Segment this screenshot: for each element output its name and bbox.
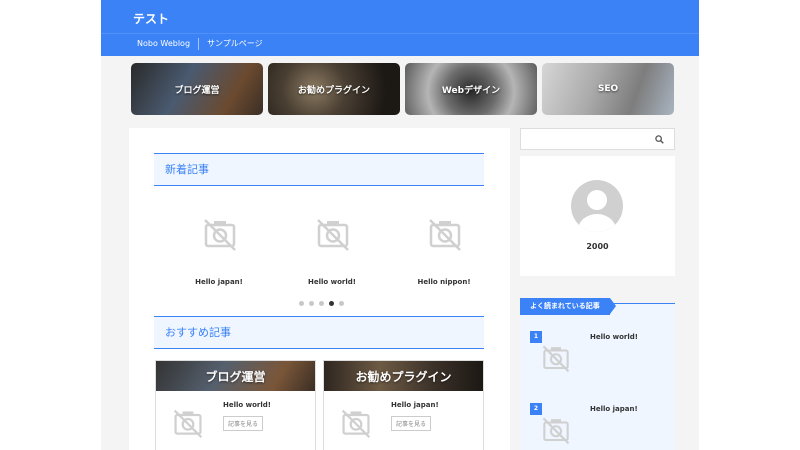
slider-dot[interactable] <box>309 301 314 306</box>
slider-pagination <box>299 301 344 306</box>
rank-badge: 2 <box>530 403 542 415</box>
category-card-plugins[interactable]: お勧めプラグイン <box>268 63 400 115</box>
slide-title[interactable]: Hello nippon! <box>389 278 488 286</box>
search-icon[interactable] <box>655 135 664 144</box>
category-label: ブログ運営 <box>174 85 220 96</box>
no-image-icon <box>173 409 203 439</box>
slide-item[interactable]: Hello japan! <box>164 198 274 290</box>
rank-badge: 1 <box>530 331 542 343</box>
user-icon <box>578 190 616 232</box>
popular-post-item[interactable]: 2 Hello japan! <box>530 403 670 450</box>
no-image-icon <box>542 417 570 445</box>
search-input[interactable] <box>521 129 651 149</box>
slider-dot[interactable] <box>329 301 334 306</box>
slide-item[interactable]: Hello world! <box>277 198 387 290</box>
popular-post-title[interactable]: Hello japan! <box>590 405 638 413</box>
no-image-icon <box>542 345 570 373</box>
no-image-icon <box>429 219 461 251</box>
no-image-icon <box>317 219 349 251</box>
category-cards: ブログ運営 お勧めプラグイン Webデザイン SEO <box>131 63 674 115</box>
profile-widget: 2000 <box>520 156 675 276</box>
popular-posts-heading: よく読まれている記事 <box>520 298 616 315</box>
main-content: 新着記事 Hello japan! Hello world! Hello nip… <box>129 128 510 450</box>
profile-name: 2000 <box>586 242 609 251</box>
site-title[interactable]: テスト <box>133 10 169 27</box>
popular-post-item[interactable]: 1 Hello world! <box>530 331 670 391</box>
category-label: SEO <box>597 84 619 94</box>
recommended-post-title[interactable]: Hello world! <box>223 401 271 409</box>
page-frame: テスト Nobo Weblog サンプルページ ブログ運営 お勧めプラグイン W… <box>101 0 699 450</box>
slider-dot[interactable] <box>339 301 344 306</box>
no-image-icon <box>204 219 236 251</box>
slider-dot[interactable] <box>299 301 304 306</box>
new-posts-slider: Hello japan! Hello world! Hello nippon! <box>154 198 488 290</box>
recommended-category-banner[interactable]: ブログ運営 <box>156 361 315 391</box>
recommended-heading: おすすめ記事 <box>154 316 484 349</box>
recommended-card[interactable]: お勧めプラグイン Hello japan! 記事を見る <box>323 360 484 450</box>
header-divider <box>101 33 699 34</box>
recommended-category-banner[interactable]: お勧めプラグイン <box>324 361 483 391</box>
global-nav: Nobo Weblog サンプルページ <box>129 38 271 50</box>
popular-post-title[interactable]: Hello world! <box>590 333 638 341</box>
popular-posts-widget: よく読まれている記事 1 Hello world! 2 Hello japan! <box>520 298 675 450</box>
slide-item[interactable]: Hello nippon! <box>389 198 488 290</box>
slide-title[interactable]: Hello japan! <box>164 278 274 286</box>
recommended-post-title[interactable]: Hello japan! <box>391 401 439 409</box>
sidebar-search <box>520 128 675 150</box>
category-card-webdesign[interactable]: Webデザイン <box>405 63 537 115</box>
site-header: テスト Nobo Weblog サンプルページ <box>101 0 699 56</box>
read-more-button[interactable]: 記事を見る <box>223 416 264 431</box>
no-image-icon <box>341 409 371 439</box>
category-label: Webデザイン <box>441 85 501 96</box>
slider-dot[interactable] <box>319 301 324 306</box>
slide-title[interactable]: Hello world! <box>277 278 387 286</box>
nav-item-nobo-weblog[interactable]: Nobo Weblog <box>129 38 198 50</box>
category-card-seo[interactable]: SEO <box>542 63 674 115</box>
recommended-card[interactable]: ブログ運営 Hello world! 記事を見る <box>155 360 316 450</box>
nav-item-sample-page[interactable]: サンプルページ <box>198 38 271 50</box>
category-card-blog[interactable]: ブログ運営 <box>131 63 263 115</box>
new-posts-heading: 新着記事 <box>154 153 484 186</box>
category-label: お勧めプラグイン <box>297 85 370 96</box>
read-more-button[interactable]: 記事を見る <box>391 416 432 431</box>
avatar <box>571 180 623 232</box>
